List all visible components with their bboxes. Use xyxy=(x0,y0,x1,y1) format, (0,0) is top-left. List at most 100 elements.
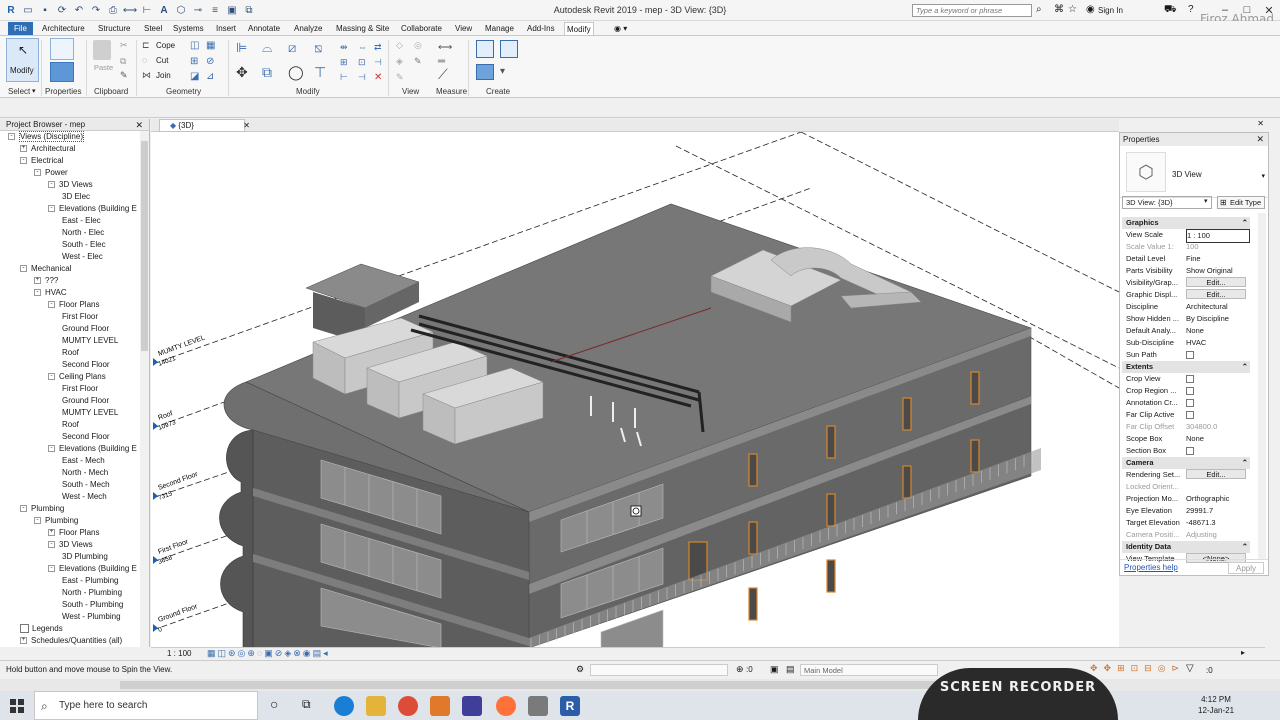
offset-icon[interactable]: ⌓ xyxy=(262,40,272,56)
expand-icon[interactable]: + xyxy=(20,145,27,153)
cope-icon[interactable]: ⊏ xyxy=(142,40,150,51)
browser-node[interactable]: South - Plumbing xyxy=(62,599,123,611)
align-icon[interactable]: ⊫ xyxy=(236,40,247,56)
scale-icon[interactable]: ⊡ xyxy=(358,57,366,68)
view-control-icons[interactable]: ▦◫⊛◎⊕◌▣⊘◈⊗◉▤◂ xyxy=(207,648,330,659)
aligned-dimension-icon[interactable]: ⟋ xyxy=(438,66,448,83)
pin-element-icon[interactable]: ⊣ xyxy=(358,72,366,83)
browser-node[interactable]: - Floor Plans xyxy=(48,299,99,311)
browser-node[interactable]: -3D Views xyxy=(48,539,93,551)
paste-icon[interactable] xyxy=(93,40,111,60)
tab-file[interactable]: File xyxy=(8,22,33,35)
property-value[interactable]: Fine xyxy=(1186,253,1250,265)
worksets-icon[interactable]: ⚙ xyxy=(576,664,584,675)
tab-systems[interactable]: Systems xyxy=(171,22,206,35)
property-row[interactable]: Rendering Set... Edit... xyxy=(1122,469,1250,481)
collapse-icon[interactable]: - xyxy=(48,181,55,189)
collapse-icon[interactable]: - xyxy=(8,133,15,141)
browser-node[interactable]: + Schedules/Quantities (all) xyxy=(20,635,122,647)
browser-node[interactable]: Roof xyxy=(62,419,79,431)
browser-node[interactable]: Ground Floor xyxy=(62,395,109,407)
panel-modify[interactable]: Modify xyxy=(296,87,320,96)
collapse-group-icon[interactable]: ⌃ xyxy=(1242,457,1248,469)
panel-properties[interactable]: Properties xyxy=(45,87,81,96)
tab-modify[interactable]: Modify xyxy=(564,22,594,35)
browser-node[interactable]: - Electrical xyxy=(20,155,63,167)
browser-node[interactable]: +??? xyxy=(34,275,58,287)
modify-button[interactable]: ↖ Modify xyxy=(6,38,39,82)
design-options-icon[interactable]: ▣ xyxy=(770,664,779,675)
favorites-icon[interactable]: ☆ xyxy=(1068,4,1077,15)
property-row[interactable]: Detail Level Fine xyxy=(1122,253,1250,265)
browser-node[interactable]: - Elevations (Building E xyxy=(48,203,137,215)
pin-icon[interactable]: ⊿ xyxy=(206,71,214,82)
property-value[interactable]: HVAC xyxy=(1186,337,1250,349)
property-group-header[interactable]: Identity Data ⌃ xyxy=(1122,541,1250,553)
expand-icon[interactable]: + xyxy=(20,637,27,645)
task-view-icon[interactable]: ⧉ xyxy=(302,697,311,712)
measure-between-icon[interactable]: ⟷ xyxy=(438,42,452,53)
property-group-header[interactable]: Camera ⌃ xyxy=(1122,457,1250,469)
property-row[interactable]: Section Box xyxy=(1122,445,1250,457)
panel-select[interactable]: Select xyxy=(8,87,30,96)
view-tab-3d[interactable]: ◆ {3D} ✕ xyxy=(159,119,250,132)
property-checkbox[interactable] xyxy=(1186,373,1250,385)
close-icon[interactable]: ✕ xyxy=(1256,133,1264,146)
property-row[interactable]: Scale Value 1: 100 xyxy=(1122,241,1250,253)
property-row[interactable]: View Scale 1 : 100 xyxy=(1122,229,1250,243)
collapse-icon[interactable]: - xyxy=(34,289,41,297)
user-icon[interactable]: ◉ xyxy=(1086,4,1095,15)
scrollbar-thumb[interactable] xyxy=(141,141,148,351)
collapse-group-icon[interactable]: ⌃ xyxy=(1242,217,1248,229)
split-gap-icon[interactable]: ⇔ xyxy=(358,42,367,52)
browser-node[interactable]: - Ceiling Plans xyxy=(48,371,106,383)
help-icon[interactable]: ? xyxy=(1188,4,1194,15)
property-row[interactable]: Eye Elevation 29991.7 xyxy=(1122,505,1250,517)
property-checkbox[interactable] xyxy=(1186,397,1250,409)
browser-node[interactable]: - Plumbing xyxy=(20,503,64,515)
browser-node[interactable]: Ground Floor xyxy=(62,323,109,335)
tab-view[interactable]: View xyxy=(453,22,474,35)
property-row[interactable]: Target Elevation -48671.3 xyxy=(1122,517,1250,529)
tab-architecture[interactable]: Architecture xyxy=(40,22,87,35)
panel-clipboard[interactable]: Clipboard xyxy=(94,87,128,96)
tab-massing-site[interactable]: Massing & Site xyxy=(334,22,391,35)
property-row[interactable]: Default Analy... None xyxy=(1122,325,1250,337)
level-name[interactable]: Ground Floor xyxy=(157,603,199,624)
property-edit-button[interactable]: Edit... xyxy=(1186,277,1250,289)
mirror-draw-icon[interactable]: ⧅ xyxy=(314,40,322,56)
browser-scrollbar[interactable] xyxy=(140,131,149,647)
tab-collaborate[interactable]: Collaborate xyxy=(399,22,444,35)
vpn-icon[interactable] xyxy=(462,696,482,716)
browser-node[interactable]: Legends xyxy=(20,623,63,635)
property-row[interactable]: Locked Orient... xyxy=(1122,481,1250,493)
property-row[interactable]: Far Clip Active xyxy=(1122,409,1250,421)
property-row[interactable]: Scope Box None xyxy=(1122,433,1250,445)
collapse-icon[interactable]: - xyxy=(48,373,55,381)
browser-node[interactable]: - Views (Discipline) xyxy=(8,131,84,143)
filter-icon[interactable]: ▽ xyxy=(1186,663,1194,674)
cart-icon[interactable]: ⛟ xyxy=(1164,4,1177,17)
browser-node[interactable]: West - Mech xyxy=(62,491,107,503)
property-group-header[interactable]: Graphics ⌃ xyxy=(1122,217,1250,229)
chrome-icon[interactable] xyxy=(398,696,418,716)
property-value[interactable]: Show Original xyxy=(1186,265,1250,277)
tab-structure[interactable]: Structure xyxy=(96,22,132,35)
property-checkbox[interactable] xyxy=(1186,409,1250,421)
chevron-down-icon[interactable]: ▾ xyxy=(1261,172,1265,180)
property-value[interactable]: -48671.3 xyxy=(1186,517,1250,529)
property-row[interactable]: Visibility/Grap... Edit... xyxy=(1122,277,1250,289)
panel-create[interactable]: Create xyxy=(486,87,510,96)
edge-icon[interactable] xyxy=(334,696,354,716)
close-view-icon[interactable]: ✕ xyxy=(243,120,250,132)
edit-button-label[interactable]: Edit... xyxy=(1186,277,1246,287)
collapse-icon[interactable]: - xyxy=(34,517,41,525)
browser-node[interactable]: Roof xyxy=(62,347,79,359)
close-panel-icon[interactable]: ✕ xyxy=(1257,119,1264,128)
close-icon[interactable]: ✕ xyxy=(135,119,143,131)
temporary-hide-icon[interactable]: ✎ xyxy=(396,72,404,83)
browser-node[interactable]: + Floor Plans xyxy=(48,527,99,539)
collapse-group-icon[interactable]: ⌃ xyxy=(1242,361,1248,373)
property-edit-button[interactable]: Edit... xyxy=(1186,469,1250,481)
property-checkbox[interactable] xyxy=(1186,385,1250,397)
